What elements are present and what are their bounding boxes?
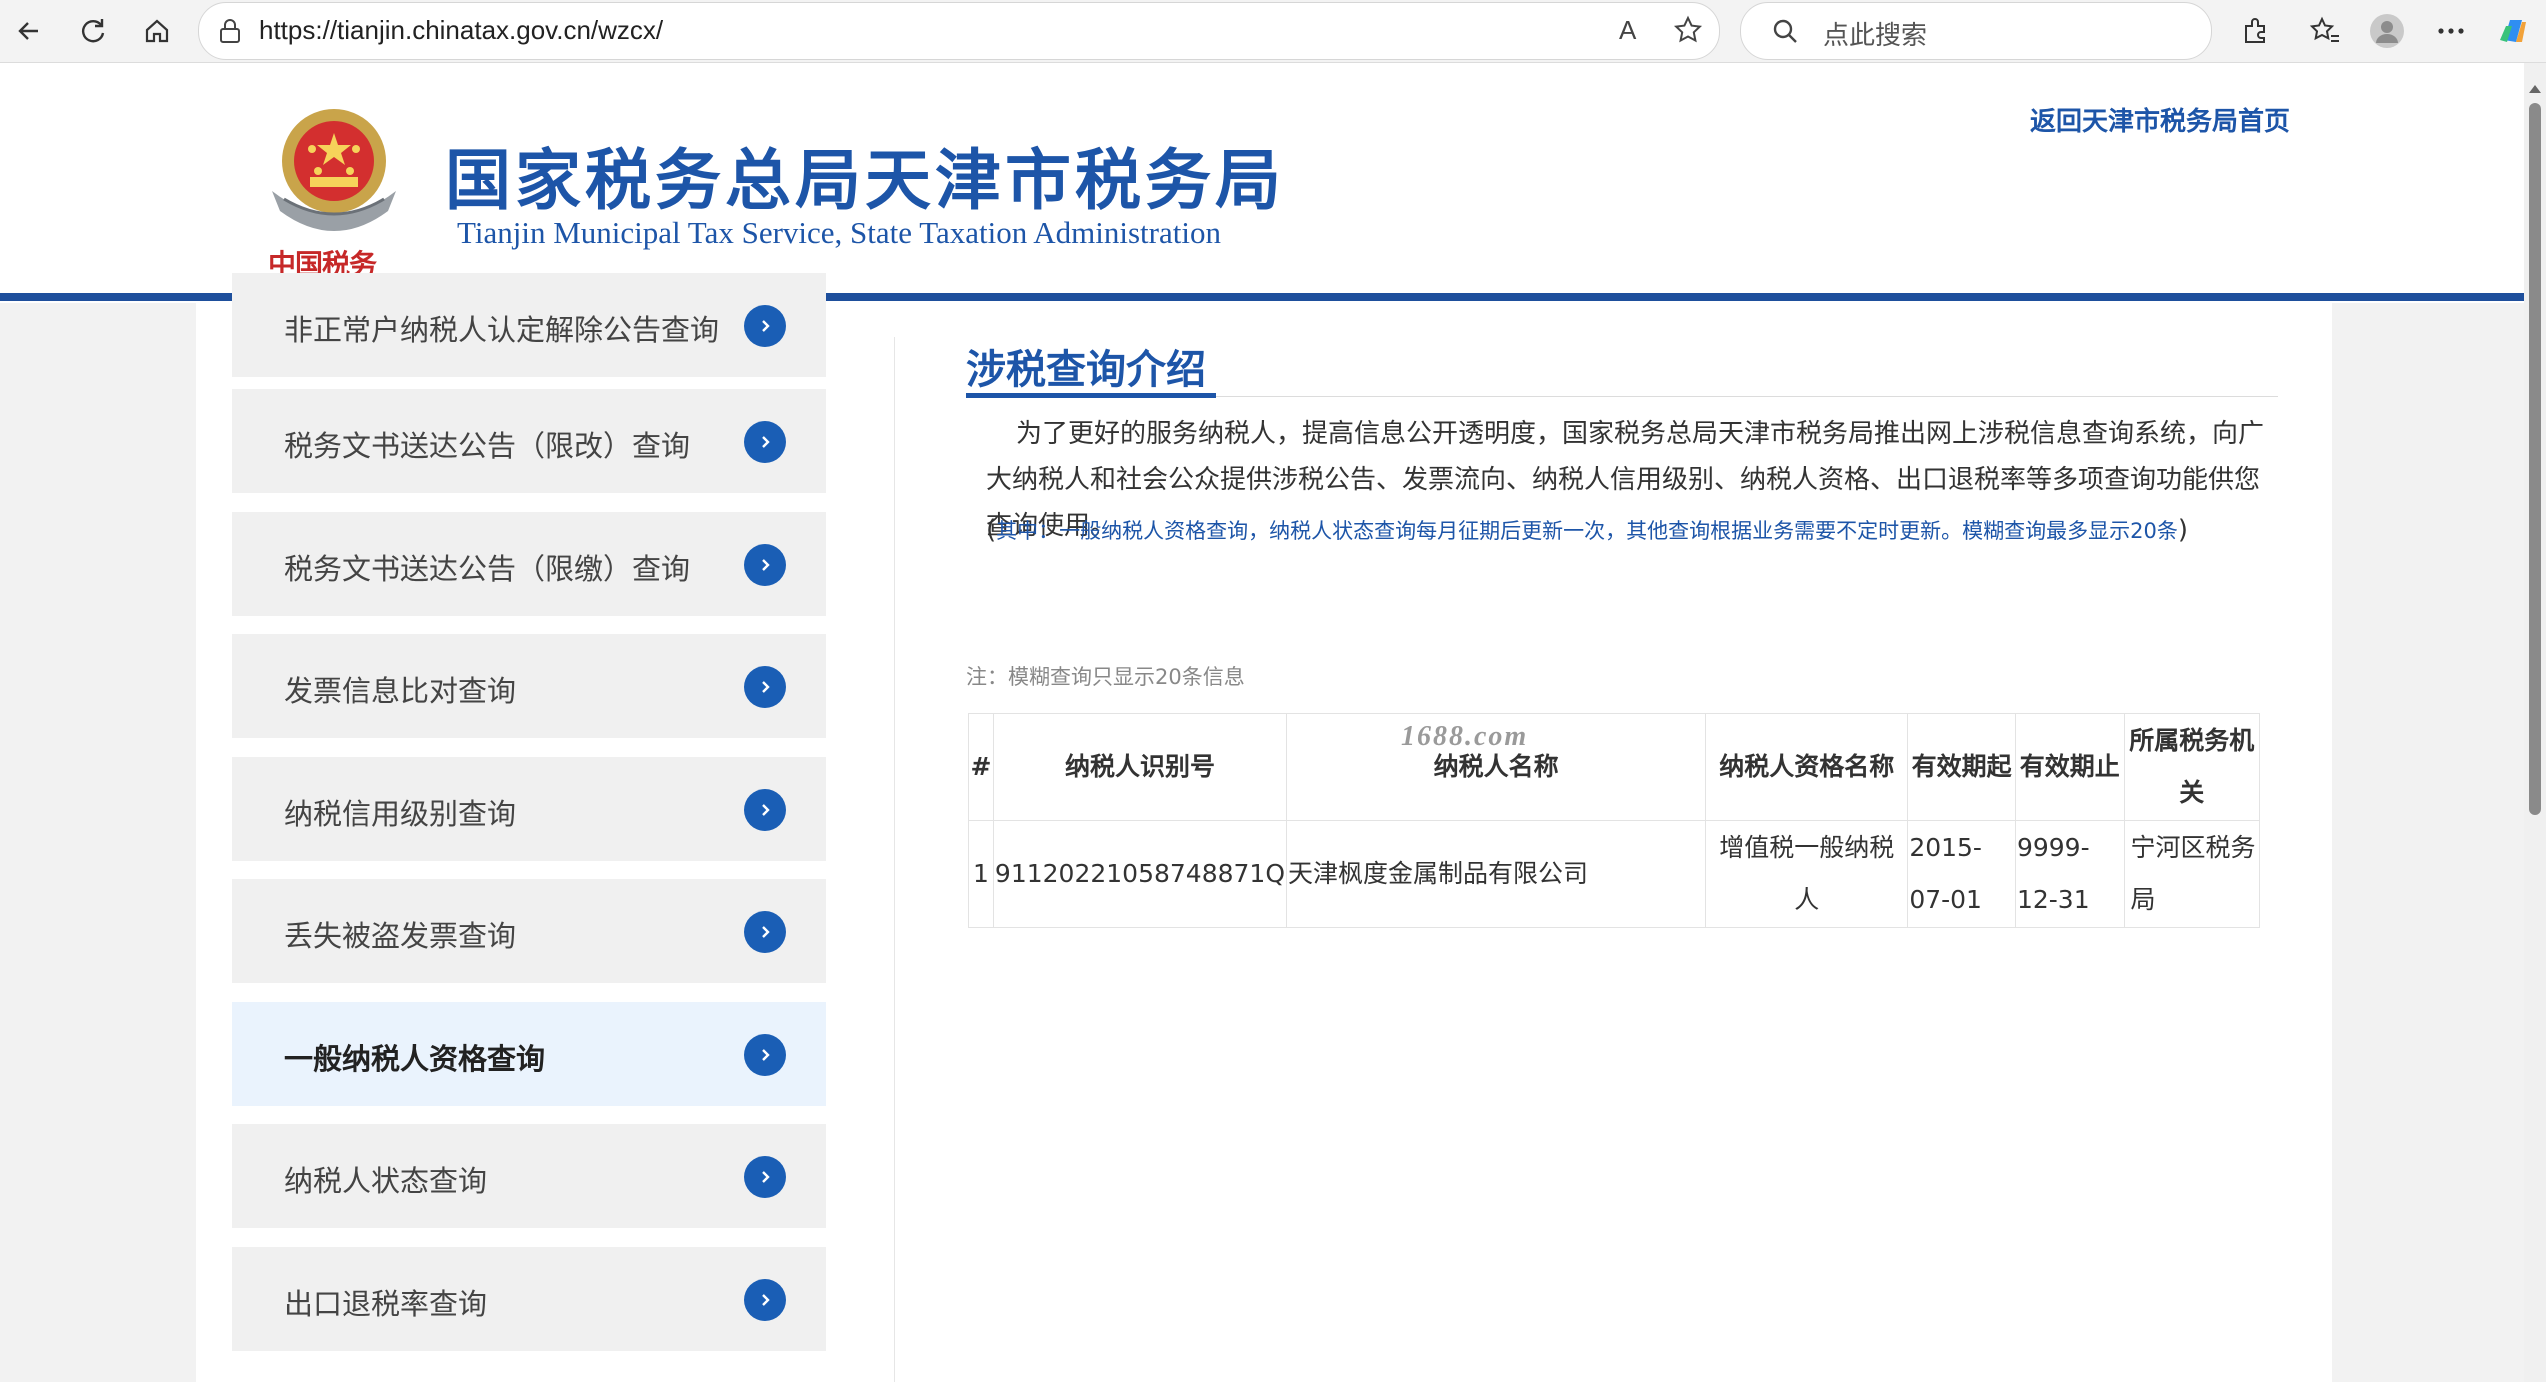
sidebar-item-abnormal-taxpayer[interactable]: 非正常户纳税人认定解除公告查询 bbox=[232, 273, 826, 377]
site-subtitle: Tianjin Municipal Tax Service, State Tax… bbox=[457, 215, 1221, 250]
watermark-text: 1688.com bbox=[1401, 721, 1529, 752]
cell-taxpayer-name: 天津枫度金属制品有限公司 bbox=[1285, 820, 1707, 928]
col-header-valid-to: 有效期止 bbox=[2014, 713, 2125, 821]
sidebar-item-credit-rating[interactable]: 纳税信用级别查询 bbox=[232, 757, 826, 861]
cell-qualification: 增值税一般纳税人 bbox=[1705, 820, 1909, 928]
web-page: 中国税务 国家税务总局天津市税务局 Tianjin Municipal Tax … bbox=[0, 63, 2524, 1382]
cell-index: 1 bbox=[968, 820, 994, 928]
sidebar-item-general-taxpayer[interactable]: 一般纳税人资格查询 bbox=[232, 1002, 826, 1106]
cell-valid-from: 2015-07-01 bbox=[1907, 820, 2016, 928]
cell-valid-to: 9999-12-31 bbox=[2014, 820, 2125, 928]
search-placeholder: 点此搜索 bbox=[1823, 21, 1928, 51]
table-note: 注：模糊查询只显示20条信息 bbox=[966, 665, 1245, 689]
column-divider bbox=[894, 337, 895, 1382]
sidebar-item-label: 非正常户纳税人认定解除公告查询 bbox=[284, 313, 720, 347]
sidebar-item-label: 税务文书送达公告（限改）查询 bbox=[284, 429, 691, 463]
sidebar-item-label: 一般纳税人资格查询 bbox=[284, 1042, 546, 1076]
favorite-star-icon[interactable] bbox=[1673, 15, 1703, 49]
tax-emblem-logo: 中国税务 bbox=[262, 99, 412, 289]
back-icon[interactable] bbox=[8, 10, 50, 52]
intro-note-text: 其中：一般纳税人资格查询，纳税人状态查询每月征期后更新一次，其他查询根据业务需要… bbox=[996, 519, 2178, 543]
extensions-icon[interactable] bbox=[2238, 14, 2272, 48]
url-text[interactable]: https://tianjin.chinatax.gov.cn/wzcx/ bbox=[259, 15, 663, 46]
more-options-icon[interactable] bbox=[2434, 14, 2468, 48]
chevron-right-icon[interactable] bbox=[744, 1279, 786, 1321]
col-header-index: # bbox=[968, 713, 994, 821]
read-aloud-icon[interactable]: A bbox=[1619, 15, 1636, 46]
sidebar-item-document-notice-correction[interactable]: 税务文书送达公告（限改）查询 bbox=[232, 389, 826, 493]
sidebar-item-label: 丢失被盗发票查询 bbox=[284, 919, 517, 953]
chevron-right-icon[interactable] bbox=[744, 1034, 786, 1076]
intro-note: (其中：一般纳税人资格查询，纳税人状态查询每月征期后更新一次，其他查询根据业务需… bbox=[986, 515, 2286, 545]
browser-search-box[interactable]: 点此搜索 bbox=[1740, 2, 2212, 60]
chevron-right-icon[interactable] bbox=[744, 421, 786, 463]
scroll-up-arrow-icon[interactable] bbox=[2529, 85, 2541, 93]
cell-taxpayer-id: 91120221058748871Q bbox=[992, 820, 1288, 928]
result-table: # 纳税人识别号 纳税人名称 纳税人资格名称 有效期起 有效期止 所属税务机关 … bbox=[968, 713, 2261, 928]
chevron-right-icon[interactable] bbox=[744, 305, 786, 347]
content-card: 非正常户纳税人认定解除公告查询 税务文书送达公告（限改）查询 税务文书送达公告（… bbox=[196, 273, 2332, 1382]
chevron-right-icon[interactable] bbox=[744, 911, 786, 953]
sidebar-item-label: 纳税人状态查询 bbox=[284, 1164, 488, 1198]
copilot-icon[interactable] bbox=[2496, 14, 2530, 48]
table-header-row: # 纳税人识别号 纳税人名称 纳税人资格名称 有效期起 有效期止 所属税务机关 bbox=[968, 713, 2261, 821]
sidebar-item-label: 出口退税率查询 bbox=[284, 1287, 488, 1321]
col-header-taxpayer-id: 纳税人识别号 bbox=[992, 713, 1288, 821]
sidebar-item-taxpayer-status[interactable]: 纳税人状态查询 bbox=[232, 1124, 826, 1228]
vertical-scrollbar[interactable] bbox=[2524, 63, 2546, 1382]
search-icon bbox=[1771, 17, 1799, 49]
lock-icon[interactable] bbox=[217, 17, 243, 49]
sidebar-item-label: 税务文书送达公告（限缴）查询 bbox=[284, 552, 691, 586]
chevron-right-icon[interactable] bbox=[744, 789, 786, 831]
site-title: 国家税务总局天津市税务局 bbox=[445, 142, 1285, 219]
home-icon[interactable] bbox=[136, 10, 178, 52]
intro-title: 涉税查询介绍 bbox=[966, 347, 1206, 393]
browser-toolbar: https://tianjin.chinatax.gov.cn/wzcx/ A … bbox=[0, 0, 2546, 63]
home-link[interactable]: 返回天津市税务局首页 bbox=[2030, 101, 2290, 138]
sidebar-item-export-rebate[interactable]: 出口退税率查询 bbox=[232, 1247, 826, 1351]
sidebar-item-invoice-comparison[interactable]: 发票信息比对查询 bbox=[232, 634, 826, 738]
sidebar-item-lost-invoice[interactable]: 丢失被盗发票查询 bbox=[232, 879, 826, 983]
favorites-icon[interactable] bbox=[2308, 14, 2342, 48]
sidebar-item-label: 发票信息比对查询 bbox=[284, 674, 517, 708]
chevron-right-icon[interactable] bbox=[744, 544, 786, 586]
refresh-icon[interactable] bbox=[72, 10, 114, 52]
scrollbar-thumb[interactable] bbox=[2529, 103, 2541, 815]
table-row: 1 91120221058748871Q 天津枫度金属制品有限公司 增值税一般纳… bbox=[968, 820, 2261, 928]
col-header-valid-from: 有效期起 bbox=[1907, 713, 2016, 821]
site-header: 中国税务 国家税务总局天津市税务局 Tianjin Municipal Tax … bbox=[0, 63, 2524, 303]
note-paren-close: ) bbox=[2177, 515, 2189, 545]
address-bar[interactable]: https://tianjin.chinatax.gov.cn/wzcx/ A bbox=[198, 2, 1720, 60]
profile-avatar-icon[interactable] bbox=[2370, 14, 2404, 48]
sidebar-item-label: 纳税信用级别查询 bbox=[284, 797, 517, 831]
chevron-right-icon[interactable] bbox=[744, 1156, 786, 1198]
note-paren-open: ( bbox=[986, 515, 997, 545]
col-header-qualification: 纳税人资格名称 bbox=[1705, 713, 1909, 821]
sidebar-item-document-notice-payment[interactable]: 税务文书送达公告（限缴）查询 bbox=[232, 512, 826, 616]
cell-tax-office: 宁河区税务局 bbox=[2123, 820, 2261, 928]
chevron-right-icon[interactable] bbox=[744, 666, 786, 708]
col-header-tax-office: 所属税务机关 bbox=[2123, 713, 2261, 821]
intro-title-underline bbox=[966, 393, 1216, 398]
